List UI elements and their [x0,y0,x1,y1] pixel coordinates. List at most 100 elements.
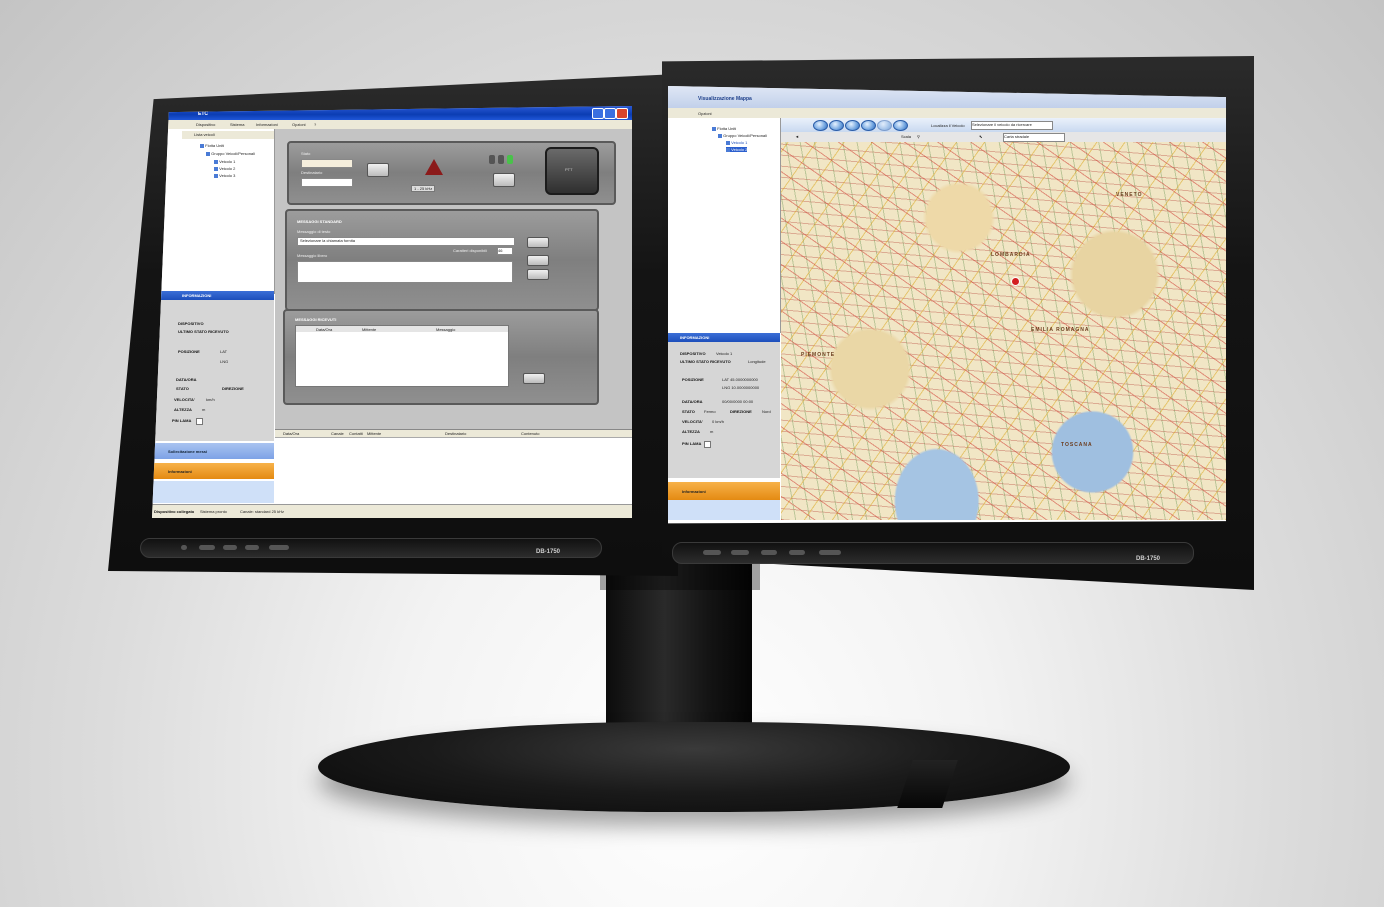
folder-icon [200,143,204,148]
chars-label: Caratteri disponibili [453,248,488,253]
menu-opzioni-right[interactable]: Opzioni [698,111,712,116]
close-icon[interactable] [616,108,628,119]
send-standard-button[interactable] [527,237,549,248]
sollecitazione-button[interactable]: Sollecitazione messi [152,443,274,459]
chars-counter: 46 [497,247,513,255]
left-control-strip [140,538,602,558]
group-icon [718,133,722,138]
ptt-button[interactable]: PTT [545,147,599,195]
info-direzione-label: DIREZIONE [222,386,244,391]
monitor-stand-base [318,722,1070,812]
vehicle-marker-icon[interactable] [1011,277,1020,286]
status-connected: Dispositivo collegato [154,509,195,514]
tree-root[interactable]: Flotta Uniti [200,143,224,148]
info-velocita-label-right: VELOCITA' [682,419,703,424]
vehicle-icon [214,166,218,171]
input-button-right[interactable] [789,550,805,555]
informazioni-button[interactable]: Informazioni [152,463,274,479]
volume-button-right[interactable] [819,550,841,555]
left-screen: ETC Dispositivo Sistema Informazioni Opz… [152,106,632,518]
tree-item-1-right[interactable]: Veicolo 1 [726,140,747,145]
received-action-button[interactable] [523,373,545,384]
workspace: Stato Destinatario 1 - 25 kHz PTT MESSAG… [275,129,632,429]
info-pinlama-label: PIN LAMA [172,418,192,423]
zoom-out-icon[interactable] [829,120,844,131]
menu-help[interactable]: ? [314,122,316,127]
map-view[interactable]: LOMBARDIA VENETO EMILIA ROMAGNA TOSCANA … [781,142,1226,520]
send-free-button[interactable] [527,255,549,266]
destinatario-field[interactable] [301,178,353,187]
channel-select[interactable]: 1 - 25 kHz [411,185,436,192]
tree-item-3[interactable]: Veicolo 3 [214,173,235,178]
menu-informazioni[interactable]: Informazioni [256,122,278,127]
informazioni-button-right[interactable]: Informazioni [668,482,780,500]
received-title: MESSAGGI RICEVUTI [295,317,337,322]
tree-group-right[interactable]: Gruppo Veicoli/Personali [718,133,767,138]
info-lat-value-right: LAT 45.0000000000 [722,377,758,382]
power-button[interactable] [181,545,187,550]
info-lng-value-right: LNG 10.0000000000 [722,385,760,390]
led-2-icon [498,155,504,164]
refresh-icon[interactable] [877,120,892,131]
power-button-right[interactable] [703,550,721,555]
auto-button-right[interactable] [761,550,777,555]
map-type-select[interactable]: Carta stradale [1003,133,1065,142]
call-button[interactable] [367,163,389,177]
stato-field[interactable] [301,159,353,168]
tree-toolbar: Lista veicoli [182,131,274,139]
tree-root-right[interactable]: Flotta Uniti [712,126,736,131]
warning-triangle-icon[interactable] [425,159,443,175]
vehicle-icon [214,159,218,164]
pinlama-checkbox-right[interactable] [704,441,711,448]
menu-button[interactable] [199,545,215,550]
zoom-magnifier-icon[interactable]: ⚲ [917,134,920,139]
auto-button[interactable] [223,545,237,550]
menu-dispositivo[interactable]: Dispositivo [196,122,215,127]
tree-item-2[interactable]: Veicolo 2 [214,166,235,171]
locate-vehicle-select[interactable]: Selezionare il veicolo da ricercare [971,121,1053,130]
info-panel-header: INFORMAZIONI [152,291,274,300]
info-lng-value: LNG [220,359,229,364]
pointer-icon[interactable]: ⬉ [979,134,982,139]
info-stato-label: STATO [176,386,189,391]
status-channel: Canale: standard 25 kHz [240,509,285,514]
info-dispositivo-label-right: DISPOSITIVO [680,351,706,356]
tree-item-2-right[interactable]: Veicolo 2 [726,147,748,152]
received-table: Data/Ora Mittente Messaggio [295,325,509,387]
info-dispositivo-label: DISPOSITIVO [178,321,204,326]
zoom-in-icon[interactable] [813,120,828,131]
info-dispositivo-value-right: Veicolo 1 [716,351,733,356]
destinatario-label: Destinatario [301,170,323,175]
menu-sistema[interactable]: Sistema [230,122,244,127]
clear-button[interactable] [527,269,549,280]
menu-button-right[interactable] [731,550,749,555]
print-icon[interactable] [893,120,908,131]
maximize-icon[interactable] [604,108,616,119]
folder-icon [712,126,716,131]
log-header: Data/Ora Canale Contatti Mittente Destin… [275,430,632,438]
sidebar-footer-right [668,500,780,520]
info-lat-value: LAT [220,349,228,354]
input-button[interactable] [245,545,259,550]
aux-button[interactable] [493,173,515,187]
model-label-right: DB-1750 [1136,556,1161,562]
center-icon[interactable] [861,120,876,131]
stato-label: Stato [301,151,311,156]
led-3-icon [507,155,513,164]
map-label-toscana: TOSCANA [1061,442,1093,448]
message-select[interactable]: Selezionare la chiamata fornita [297,237,515,246]
right-control-strip [672,542,1194,564]
minimize-icon[interactable] [592,108,604,119]
back-arrow-icon[interactable]: ◄ [795,134,799,139]
free-text-input[interactable] [297,261,513,283]
vehicle-icon [726,147,730,152]
volume-button[interactable] [269,545,289,550]
tree-item-1[interactable]: Veicolo 1 [214,159,235,164]
tree-group[interactable]: Gruppo Veicoli/Personali [206,151,255,156]
info-panel-right: INFORMAZIONI DISPOSITIVO Veicolo 1 ULTIM… [668,333,780,478]
pan-icon[interactable] [845,120,860,131]
info-posizione-label-right: POSIZIONE [682,377,704,382]
pinlama-checkbox[interactable] [196,418,203,425]
free-text-label: Messaggio libero [297,253,328,258]
menu-opzioni[interactable]: Opzioni [292,122,306,127]
